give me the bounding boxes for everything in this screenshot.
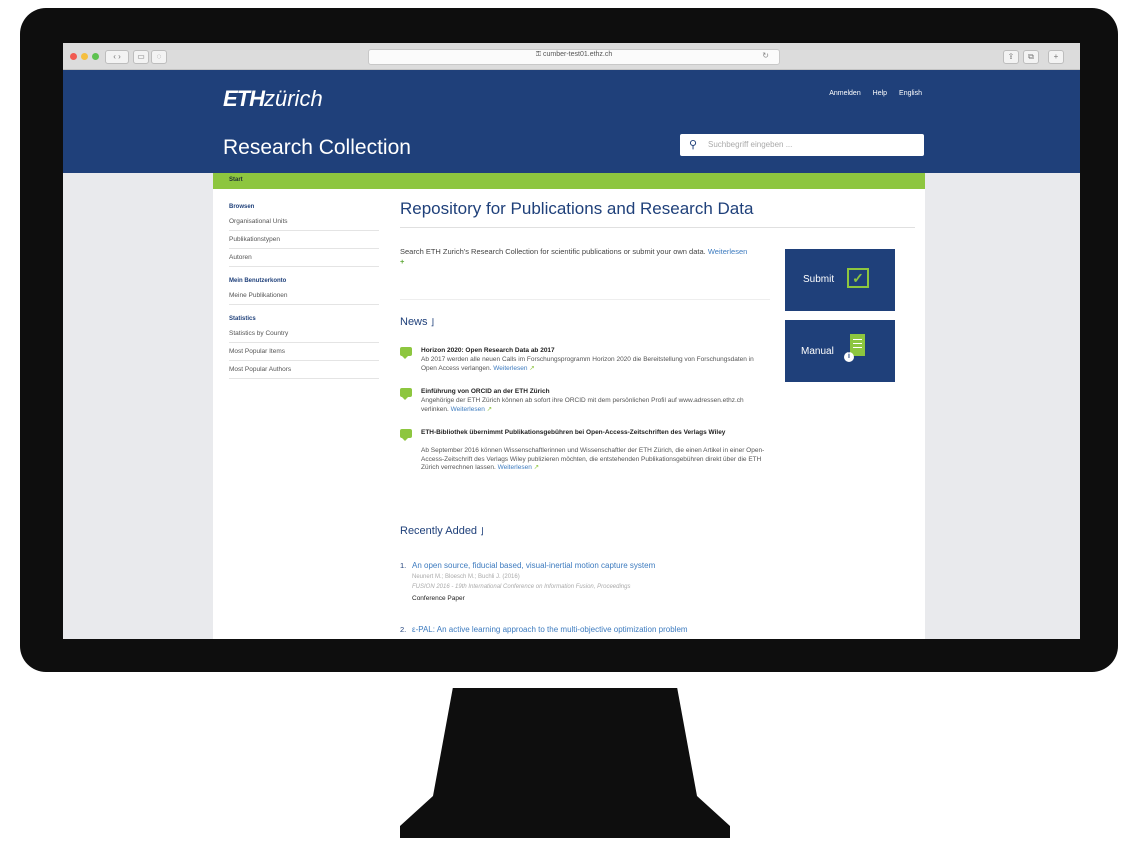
news-read-more-link[interactable]: Weiterlesen xyxy=(451,406,485,413)
news-title[interactable]: ETH-Bibliothek übernimmt Publikationsgeb… xyxy=(421,429,761,437)
news-text-body: Ab 2017 werden alle neuen Calls im Forsc… xyxy=(421,356,754,372)
news-text: Angehörige der ETH Zürich können ab sofo… xyxy=(421,397,766,414)
publication-authors: Neunert M.; Bloesch M.; Buchli J. (2016) xyxy=(412,574,520,580)
divider xyxy=(400,227,915,228)
top-links: Anmelden Help English xyxy=(819,90,922,97)
monitor-screen: ‹ › ▭ ◌ ⚿ cumber-test01.ethz.ch ↻ ⇪ ⧉ + … xyxy=(63,43,1080,639)
news-read-more-link[interactable]: Weiterlesen xyxy=(498,464,532,471)
sidebar-item-my-publications[interactable]: Meine Publikationen xyxy=(229,287,379,305)
rss-icon[interactable]: ⌋ xyxy=(431,317,435,327)
news-title[interactable]: Horizon 2020: Open Research Data ab 2017 xyxy=(421,347,761,355)
back-forward-buttons[interactable]: ‹ › xyxy=(105,50,129,64)
page-title: Repository for Publications and Research… xyxy=(400,199,754,218)
recently-added-heading: Recently Added ⌋ xyxy=(400,525,484,537)
monitor-stand xyxy=(400,688,730,838)
recently-added-heading-text: Recently Added xyxy=(400,525,478,537)
publication-type: Conference Paper xyxy=(412,595,465,602)
sidebar-item-statistics-by-country[interactable]: Statistics by Country xyxy=(229,325,379,343)
content-area: Browsen Organisational Units Publikation… xyxy=(213,189,925,639)
breadcrumb: Start xyxy=(213,173,925,189)
submit-label: Submit xyxy=(803,274,835,285)
search-placeholder: Suchbegriff eingeben ... xyxy=(708,140,793,149)
checkbox-check-icon: ✓ xyxy=(847,268,869,288)
url-text: ⚿ cumber-test01.ethz.ch xyxy=(535,51,613,58)
external-link-icon: ↗ xyxy=(486,405,493,413)
eth-logo[interactable]: ETHzürich xyxy=(223,86,323,112)
sidebar-item-organisational-units[interactable]: Organisational Units xyxy=(229,213,379,231)
site-header: ETHzürich Anmelden Help English Research… xyxy=(63,70,1080,173)
sidebar-item-publication-types[interactable]: Publikationstypen xyxy=(229,231,379,249)
search-icon[interactable]: ⚲ xyxy=(689,138,697,151)
logo-bold: ETH xyxy=(223,86,265,111)
breadcrumb-start[interactable]: Start xyxy=(229,177,243,183)
speech-bubble-icon xyxy=(400,388,412,400)
search-input[interactable]: ⚲ Suchbegriff eingeben ... xyxy=(680,134,924,156)
language-link[interactable]: English xyxy=(899,90,922,97)
logo-rest: zürich xyxy=(264,86,323,111)
tabs-icon[interactable]: ⧉ xyxy=(1023,50,1039,64)
news-heading-text: News xyxy=(400,316,428,328)
sidebar-heading-browse: Browsen xyxy=(229,204,255,210)
login-link[interactable]: Anmelden xyxy=(829,90,861,97)
publication-venue: FUSION 2016 - 19th International Confere… xyxy=(412,584,631,590)
site-title[interactable]: Research Collection xyxy=(223,136,411,160)
maximize-window-button[interactable] xyxy=(92,53,99,60)
list-number: 1. xyxy=(400,561,407,570)
sidebar: Browsen Organisational Units Publikation… xyxy=(229,199,379,379)
news-text-body: Ab September 2016 können Wissenschaftler… xyxy=(421,447,765,471)
intro-text: Search ETH Zurich's Research Collection … xyxy=(400,247,750,267)
manual-label: Manual xyxy=(801,346,834,357)
sidebar-item-authors[interactable]: Autoren xyxy=(229,249,379,267)
news-title[interactable]: Einführung von ORCID an der ETH Zürich xyxy=(421,388,761,396)
share-icon[interactable]: ⇪ xyxy=(1003,50,1019,64)
divider xyxy=(400,299,770,300)
help-link[interactable]: Help xyxy=(873,90,887,97)
reload-icon[interactable]: ↻ xyxy=(762,51,769,60)
publication-title-link[interactable]: An open source, fiducial based, visual-i… xyxy=(412,561,655,570)
external-link-icon: ↗ xyxy=(533,464,540,471)
minimize-window-button[interactable] xyxy=(81,53,88,60)
sidebar-heading-statistics: Statistics xyxy=(229,316,256,322)
speech-bubble-icon xyxy=(400,429,412,441)
submit-button[interactable]: Submit ✓ xyxy=(785,249,895,311)
plus-icon: + xyxy=(400,257,405,266)
sidebar-heading-account: Mein Benutzerkonto xyxy=(229,278,287,284)
web-page: ETHzürich Anmelden Help English Research… xyxy=(63,70,1080,639)
address-bar[interactable]: ⚿ cumber-test01.ethz.ch ↻ xyxy=(368,49,780,65)
speech-bubble-icon xyxy=(400,347,412,359)
shield-icon[interactable]: ◌ xyxy=(151,50,167,64)
news-heading: News ⌋ xyxy=(400,316,434,328)
manual-button[interactable]: Manual i xyxy=(785,320,895,382)
publication-title-link[interactable]: ε-PAL: An active learning approach to th… xyxy=(412,625,688,634)
news-text: Ab 2017 werden alle neuen Calls im Forsc… xyxy=(421,356,766,373)
browser-toolbar: ‹ › ▭ ◌ ⚿ cumber-test01.ethz.ch ↻ ⇪ ⧉ + xyxy=(63,43,1080,70)
news-read-more-link[interactable]: Weiterlesen xyxy=(493,365,527,372)
sidebar-item-most-popular-items[interactable]: Most Popular Items xyxy=(229,343,379,361)
close-window-button[interactable] xyxy=(70,53,77,60)
rss-icon[interactable]: ⌋ xyxy=(480,526,484,536)
sidebar-toggle-icon[interactable]: ▭ xyxy=(133,50,149,64)
external-link-icon: ↗ xyxy=(529,364,535,372)
new-tab-button[interactable]: + xyxy=(1048,50,1064,64)
news-text: Ab September 2016 können Wissenschaftler… xyxy=(421,447,766,473)
list-number: 2. xyxy=(400,625,407,634)
intro-sentence: Search ETH Zurich's Research Collection … xyxy=(400,247,706,256)
info-icon: i xyxy=(844,352,854,362)
intro-read-more-link[interactable]: Weiterlesen xyxy=(708,247,747,256)
sidebar-item-most-popular-authors[interactable]: Most Popular Authors xyxy=(229,361,379,379)
